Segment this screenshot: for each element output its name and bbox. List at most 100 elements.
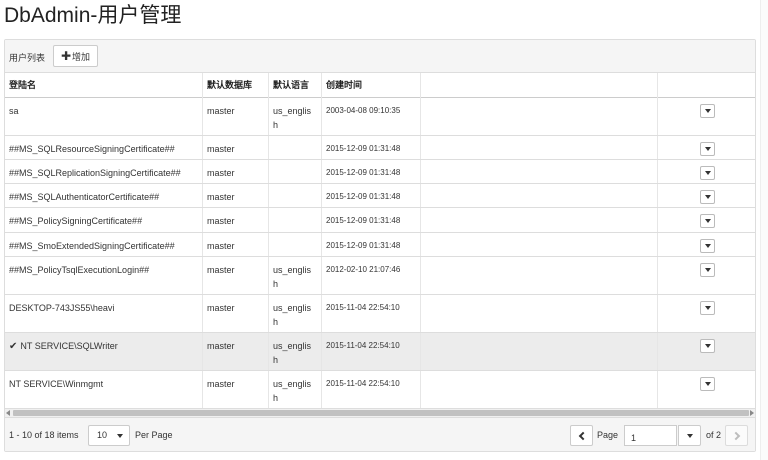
check-icon: ✔	[9, 341, 18, 352]
cell-database: master	[203, 136, 269, 159]
row-menu-button[interactable]	[700, 190, 715, 204]
cell-actions	[658, 208, 755, 232]
table-row[interactable]: ##MS_PolicyTsqlExecutionLogin## master us_…	[5, 257, 755, 295]
cell-language: us_english	[269, 295, 322, 332]
login-text: ##MS_PolicyTsqlExecutionLogin##	[9, 265, 150, 275]
login-text: NT SERVICE\Winmgmt	[9, 379, 104, 389]
login-text: DESKTOP-743JS55\heavi	[9, 303, 115, 313]
column-header-blank	[421, 73, 658, 98]
login-text: sa	[9, 106, 19, 116]
caret-down-icon	[704, 344, 711, 348]
row-menu-button[interactable]	[700, 214, 715, 228]
scrollbar-thumb[interactable]	[13, 410, 749, 416]
add-button-label: 增加	[72, 51, 91, 62]
cell-blank	[421, 160, 658, 183]
grid-body: sa master us_english 2003-04-08 09:10:35 ##M…	[5, 98, 755, 409]
pager: 1 - 10 of 18 items 10 Per Page Page of 2	[5, 417, 755, 451]
horizontal-scrollbar[interactable]	[5, 409, 755, 417]
scroll-right-icon[interactable]	[750, 410, 754, 416]
table-row[interactable]: NT SERVICE\Winmgmt master us_english 2015-1…	[5, 371, 755, 409]
column-header-actions	[658, 73, 755, 98]
cell-login: ##MS_SQLReplicationSigningCertificate##	[5, 160, 203, 183]
cell-created: 2015-11-04 22:54:10	[322, 333, 421, 370]
page-title: DbAdmin-用户管理	[4, 4, 182, 27]
table-row[interactable]: sa master us_english 2003-04-08 09:10:35	[5, 98, 755, 136]
page-number-input[interactable]	[624, 425, 677, 446]
cell-language	[269, 208, 322, 232]
scroll-left-icon[interactable]	[6, 410, 10, 416]
per-page-label: Per Page	[135, 430, 173, 440]
cell-database: master	[203, 371, 269, 408]
cell-blank	[421, 257, 658, 294]
cell-language	[269, 160, 322, 183]
row-menu-button[interactable]	[700, 104, 715, 118]
column-header-database[interactable]: 默认数据库	[203, 73, 269, 98]
table-row[interactable]: ##MS_SQLReplicationSigningCertificate## m…	[5, 160, 755, 184]
cell-database: master	[203, 208, 269, 232]
cell-blank	[421, 98, 658, 135]
cell-created: 2015-12-09 01:31:48	[322, 233, 421, 256]
table-row[interactable]: ✔ NT SERVICE\SQLWriter master us_english 201…	[5, 333, 755, 371]
row-menu-button[interactable]	[700, 263, 715, 277]
table-row[interactable]: ##MS_PolicySigningCertificate## master 201…	[5, 208, 755, 233]
column-header-created[interactable]: 创建时间	[322, 73, 421, 98]
cell-database: master	[203, 98, 269, 135]
grid-toolbar: 用户列表 ✚ 增加	[5, 40, 755, 73]
caret-down-icon	[704, 109, 711, 113]
next-page-button[interactable]	[725, 425, 748, 446]
table-row[interactable]: ##MS_SQLAuthenticatorCertificate## master…	[5, 184, 755, 208]
cell-blank	[421, 295, 658, 332]
prev-page-button[interactable]	[570, 425, 593, 446]
caret-down-icon	[704, 195, 711, 199]
login-text: ##MS_SmoExtendedSigningCertificate##	[9, 241, 175, 251]
cell-actions	[658, 233, 755, 256]
cell-blank	[421, 333, 658, 370]
row-menu-button[interactable]	[700, 166, 715, 180]
chevron-right-icon	[731, 431, 740, 440]
cell-database: master	[203, 257, 269, 294]
row-menu-button[interactable]	[700, 301, 715, 315]
column-header-language[interactable]: 默认语言	[269, 73, 322, 98]
page-number-dropdown[interactable]	[678, 425, 701, 446]
cell-blank	[421, 184, 658, 207]
login-text: ##MS_PolicySigningCertificate##	[9, 216, 143, 226]
row-menu-button[interactable]	[700, 142, 715, 156]
row-menu-button[interactable]	[700, 239, 715, 253]
list-title: 用户列表	[9, 53, 46, 63]
login-text: NT SERVICE\SQLWriter	[20, 341, 118, 351]
page-size-select[interactable]: 10	[88, 425, 130, 446]
caret-down-icon	[704, 244, 711, 248]
cell-created: 2015-12-09 01:31:48	[322, 136, 421, 159]
cell-created: 2015-12-09 01:31:48	[322, 184, 421, 207]
cell-login: ##MS_SQLAuthenticatorCertificate##	[5, 184, 203, 207]
cell-actions	[658, 371, 755, 408]
grid-header: 登陆名 默认数据库 默认语言 创建时间	[5, 73, 755, 98]
cell-created: 2015-12-09 01:31:48	[322, 208, 421, 232]
cell-blank	[421, 136, 658, 159]
caret-down-icon	[117, 434, 123, 438]
column-header-login[interactable]: 登陆名	[5, 73, 203, 98]
cell-database: master	[203, 295, 269, 332]
cell-actions	[658, 257, 755, 294]
table-row[interactable]: ##MS_SQLResourceSigningCertificate## mast…	[5, 136, 755, 160]
login-text: ##MS_SQLReplicationSigningCertificate##	[9, 168, 181, 178]
page-count: of 2	[706, 430, 722, 440]
login-text: ##MS_SQLResourceSigningCertificate##	[9, 144, 175, 154]
table-row[interactable]: DESKTOP-743JS55\heavi master us_english 201…	[5, 295, 755, 333]
page-size-value: 10	[97, 430, 108, 440]
cell-actions	[658, 333, 755, 370]
row-menu-button[interactable]	[700, 339, 715, 353]
plus-icon: ✚	[60, 49, 72, 63]
cell-actions	[658, 136, 755, 159]
cell-actions	[658, 98, 755, 135]
cell-created: 2003-04-08 09:10:35	[322, 98, 421, 135]
add-user-button[interactable]: ✚ 增加	[53, 45, 98, 67]
cell-database: master	[203, 333, 269, 370]
cell-blank	[421, 371, 658, 408]
row-menu-button[interactable]	[700, 377, 715, 391]
chevron-left-icon	[578, 431, 587, 440]
cell-language: us_english	[269, 371, 322, 408]
cell-language	[269, 233, 322, 256]
table-row[interactable]: ##MS_SmoExtendedSigningCertificate## mast…	[5, 233, 755, 257]
cell-created: 2015-11-04 22:54:10	[322, 295, 421, 332]
